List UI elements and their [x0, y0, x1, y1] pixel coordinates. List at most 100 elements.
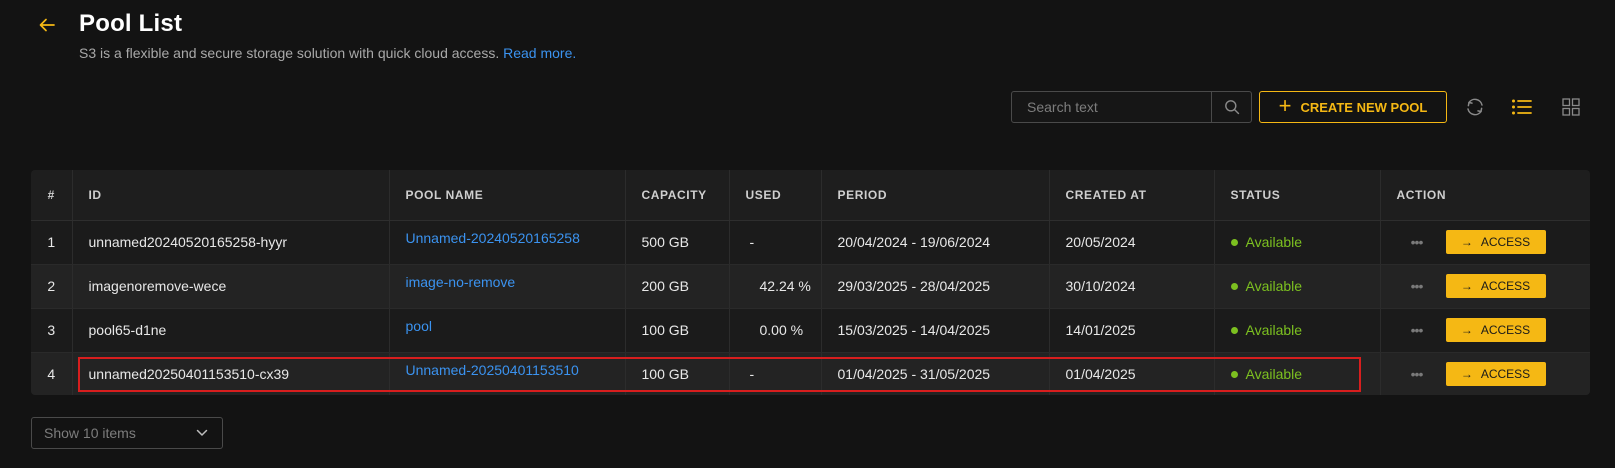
more-icon[interactable]: ••• — [1397, 278, 1437, 294]
page-size-label: Show 10 items — [44, 425, 136, 441]
pool-name-cell: Unnamed-20240520165258 — [389, 220, 626, 265]
pool-id: unnamed20250401153510-cx39 — [72, 352, 390, 395]
table-header-row: # ID POOL NAME CAPACITY USED PERIOD CREA… — [31, 170, 1590, 221]
column-header-created-at: CREATED AT — [1049, 170, 1215, 221]
column-header-action: ACTION — [1380, 170, 1590, 221]
pool-used: - — [729, 352, 822, 395]
table-row: 3 pool65-d1ne pool 100 GB 0.00 % 15/03/2… — [31, 308, 1591, 353]
row-actions: ••• → ACCESS — [1397, 274, 1591, 298]
row-number: 2 — [31, 264, 73, 309]
status-dot-icon — [1230, 282, 1238, 290]
pool-list-page: Pool List S3 is a flexible and secure st… — [0, 0, 1615, 468]
pool-name-link[interactable]: pool — [406, 318, 432, 334]
arrow-right-icon: → — [1460, 235, 1473, 249]
pool-used: 42.24 % — [729, 264, 822, 309]
back-button[interactable] — [36, 14, 58, 36]
more-icon[interactable]: ••• — [1397, 322, 1437, 338]
access-label: ACCESS — [1480, 279, 1531, 293]
status-dot-icon — [1230, 370, 1238, 378]
row-actions: ••• → ACCESS — [1397, 318, 1591, 342]
pool-period: 01/04/2025 - 31/05/2025 — [821, 352, 1050, 395]
list-view-button[interactable] — [1509, 94, 1535, 120]
status-label: Available — [1245, 322, 1303, 338]
access-button[interactable]: → ACCESS — [1445, 230, 1546, 254]
table-row: 1 unnamed20240520165258-hyyr Unnamed-202… — [31, 220, 1591, 265]
pool-table: # ID POOL NAME CAPACITY USED PERIOD CREA… — [31, 170, 1590, 395]
status-label: Available — [1245, 234, 1303, 250]
pool-name-link[interactable]: Unnamed-20240520165258 — [406, 230, 580, 246]
row-number: 1 — [31, 220, 73, 265]
pool-name-link[interactable]: image-no-remove — [406, 274, 516, 290]
pool-name-cell: image-no-remove — [389, 264, 626, 309]
status-badge: Available — [1230, 278, 1380, 294]
pool-name-link[interactable]: Unnamed-20250401153510 — [406, 362, 579, 378]
action-cell: ••• → ACCESS — [1380, 264, 1591, 309]
column-header-period: PERIOD — [821, 170, 1050, 221]
arrow-left-icon — [39, 18, 55, 32]
access-button[interactable]: → ACCESS — [1445, 318, 1546, 342]
search-box — [1011, 91, 1252, 123]
subtitle-text: S3 is a flexible and secure storage solu… — [79, 45, 500, 61]
status-label: Available — [1245, 278, 1303, 294]
pool-created-at: 20/05/2024 — [1049, 220, 1215, 265]
row-number: 4 — [31, 352, 73, 395]
more-icon[interactable]: ••• — [1397, 366, 1437, 382]
column-header-capacity: CAPACITY — [625, 170, 730, 221]
arrow-right-icon: → — [1460, 279, 1473, 293]
more-icon[interactable]: ••• — [1397, 234, 1437, 250]
column-header-number: # — [31, 170, 73, 221]
status-badge: Available — [1230, 366, 1380, 382]
page-subtitle: S3 is a flexible and secure storage solu… — [79, 45, 576, 61]
access-label: ACCESS — [1480, 323, 1531, 337]
pool-period: 20/04/2024 - 19/06/2024 — [821, 220, 1050, 265]
action-cell: ••• → ACCESS — [1380, 352, 1590, 395]
pool-period: 15/03/2025 - 14/04/2025 — [821, 308, 1050, 353]
search-icon — [1224, 100, 1239, 115]
search-button[interactable] — [1211, 92, 1251, 122]
pool-table-container: # ID POOL NAME CAPACITY USED PERIOD CREA… — [31, 170, 1590, 395]
status-badge: Available — [1230, 234, 1380, 250]
pool-used: 0.00 % — [729, 308, 822, 353]
access-label: ACCESS — [1480, 235, 1531, 249]
search-input[interactable] — [1012, 92, 1211, 122]
pool-created-at: 01/04/2025 — [1049, 352, 1215, 395]
pool-name-cell: pool — [389, 308, 626, 353]
pool-capacity: 200 GB — [625, 264, 730, 309]
status-label: Available — [1245, 366, 1303, 382]
pool-id: unnamed20240520165258-hyyr — [72, 220, 390, 265]
create-new-pool-label: CREATE NEW POOL — [1300, 99, 1428, 115]
page-title: Pool List — [79, 10, 183, 37]
pool-created-at: 14/01/2025 — [1049, 308, 1215, 353]
pool-status-cell: Available — [1214, 264, 1381, 309]
plus-icon: + — [1278, 93, 1292, 118]
column-header-status: STATUS — [1214, 170, 1381, 221]
status-dot-icon — [1230, 238, 1238, 246]
refresh-button[interactable] — [1462, 94, 1488, 120]
pool-period: 29/03/2025 - 28/04/2025 — [821, 264, 1050, 309]
status-dot-icon — [1230, 326, 1238, 334]
pool-created-at: 30/10/2024 — [1049, 264, 1215, 309]
row-actions: ••• → ACCESS — [1397, 230, 1591, 254]
access-button[interactable]: → ACCESS — [1445, 362, 1546, 386]
pool-status-cell: Available — [1214, 352, 1381, 395]
column-header-used: USED — [729, 170, 822, 221]
create-new-pool-button[interactable]: + CREATE NEW POOL — [1259, 91, 1447, 123]
status-badge: Available — [1230, 322, 1380, 338]
row-actions: ••• → ACCESS — [1397, 362, 1591, 386]
row-number: 3 — [31, 308, 73, 353]
list-view-icon — [1512, 99, 1532, 115]
pool-capacity: 100 GB — [625, 308, 730, 353]
refresh-icon — [1467, 98, 1483, 116]
chevron-down-icon — [196, 429, 208, 436]
table-row: 2 imagenoremove-wece image-no-remove 200… — [31, 264, 1591, 309]
read-more-link[interactable]: Read more. — [503, 45, 576, 61]
page-size-select[interactable]: Show 10 items — [31, 417, 223, 449]
column-header-pool-name: POOL NAME — [389, 170, 626, 221]
action-cell: ••• → ACCESS — [1380, 308, 1591, 353]
pool-status-cell: Available — [1214, 308, 1381, 353]
pool-capacity: 100 GB — [625, 352, 730, 395]
pool-id: pool65-d1ne — [72, 308, 390, 353]
access-button[interactable]: → ACCESS — [1445, 274, 1546, 298]
access-label: ACCESS — [1480, 367, 1531, 381]
grid-view-button[interactable] — [1558, 94, 1584, 120]
